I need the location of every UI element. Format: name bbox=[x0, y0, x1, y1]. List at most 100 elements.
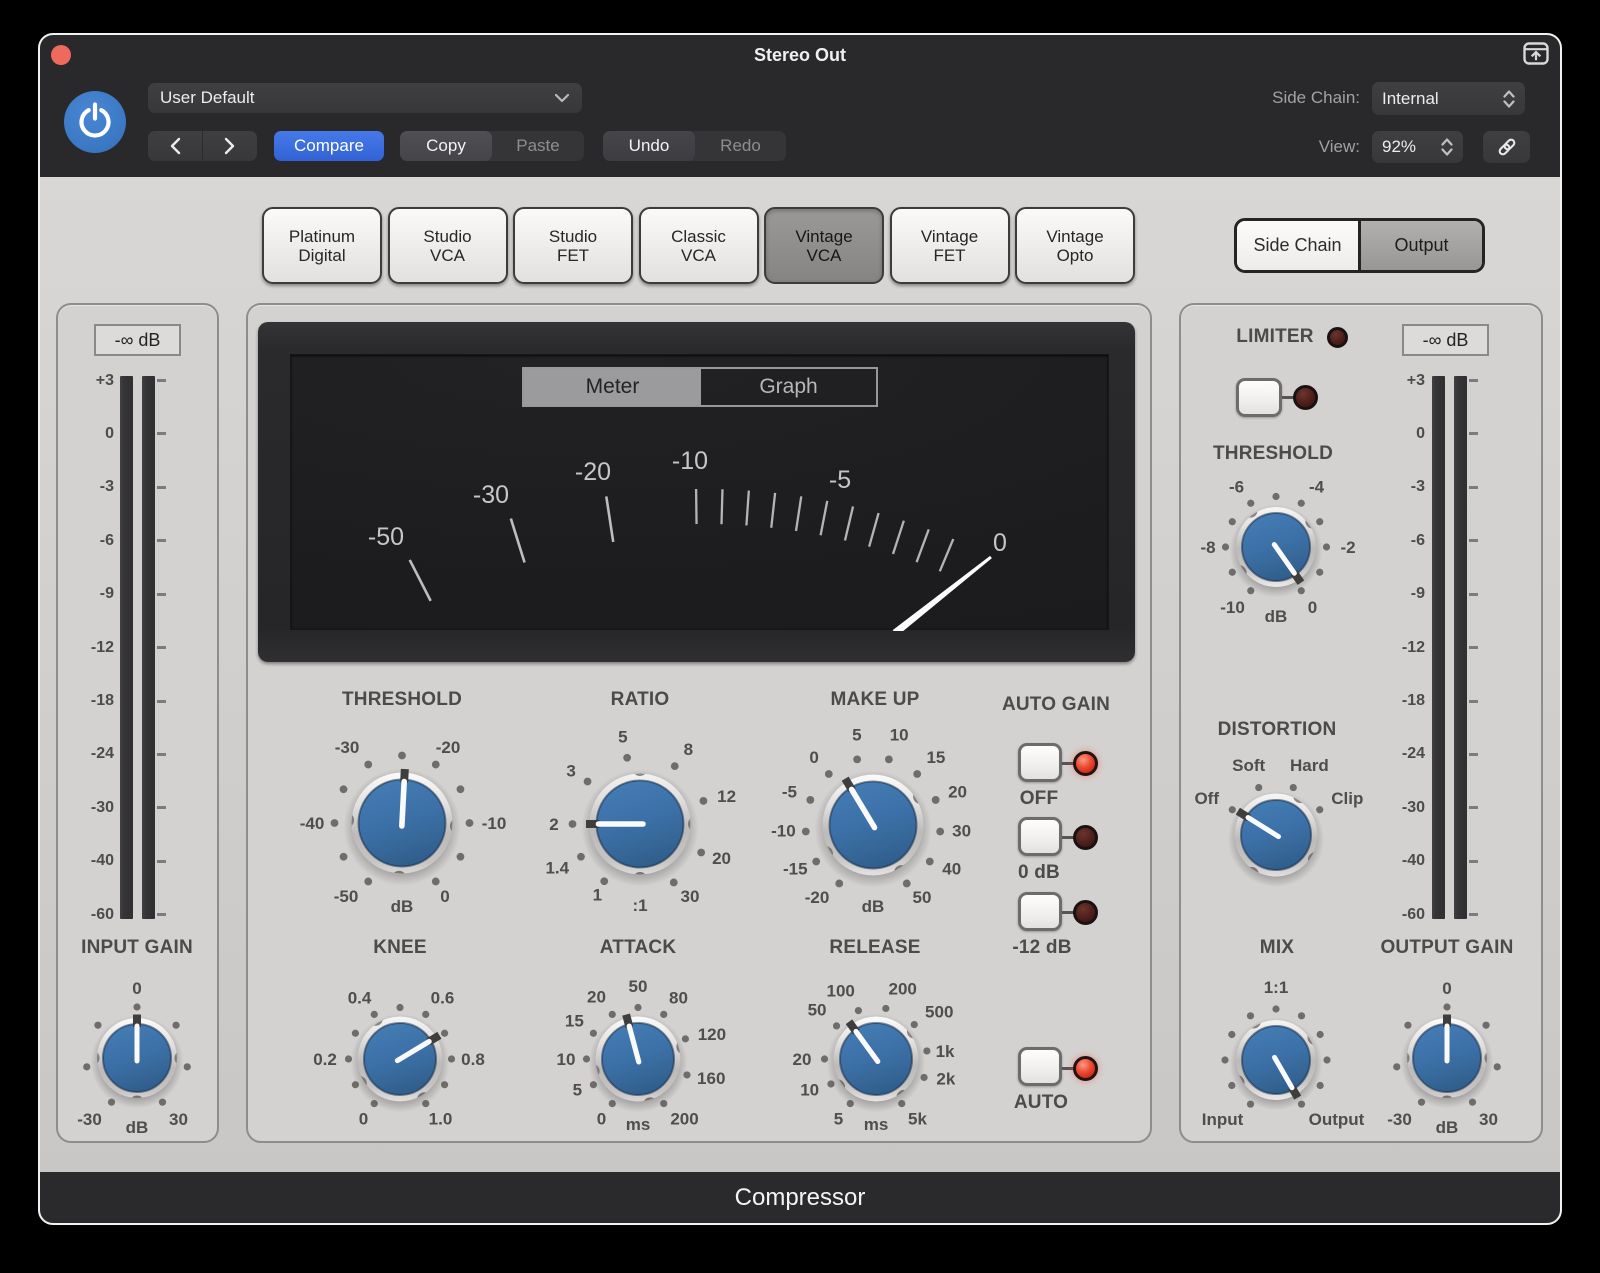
knob-tick-dot bbox=[1246, 1012, 1255, 1020]
paste-button[interactable]: Paste bbox=[492, 131, 584, 161]
knob-tick-dot bbox=[1316, 1030, 1324, 1039]
knob-tick-dot bbox=[94, 1021, 102, 1029]
meter-scale-label: +3 bbox=[95, 371, 114, 389]
limiter-threshold-knob[interactable]: -10 -8 -6 -4 -2 0 dB bbox=[1176, 447, 1376, 647]
meter-scale-label: -24 bbox=[90, 745, 114, 763]
meter-tick bbox=[1469, 539, 1478, 543]
copy-button[interactable]: Copy bbox=[400, 131, 492, 161]
auto-gain-option-button-off[interactable] bbox=[1018, 743, 1062, 782]
redo-button[interactable]: Redo bbox=[695, 131, 786, 161]
knob-scale-label: -30 bbox=[77, 1110, 102, 1129]
knob-scale-label: -30 bbox=[1387, 1110, 1412, 1129]
make-up-knob[interactable]: -20 -15 -10 -5 0 5 10 1520 30 40 50 dB bbox=[738, 690, 1008, 960]
meter-scale-label: -12 bbox=[90, 638, 114, 656]
knob-tick-dot bbox=[1289, 783, 1297, 792]
meter-tick bbox=[1469, 592, 1478, 596]
model-button-platinum-digital[interactable]: Platinum Digital bbox=[262, 207, 382, 284]
link-icon bbox=[1498, 138, 1515, 156]
auto-release-button[interactable] bbox=[1018, 1047, 1062, 1086]
limiter-button[interactable] bbox=[1236, 378, 1282, 417]
knob-scale-label: 15 bbox=[565, 1012, 584, 1031]
knob-scale-label: 50 bbox=[629, 977, 648, 996]
input-meter-value: -∞ dB bbox=[94, 324, 181, 356]
knob-scale-label: 2 bbox=[549, 815, 558, 834]
knob-scale-label: 10 bbox=[890, 726, 909, 745]
link-button[interactable] bbox=[1483, 131, 1530, 163]
vu-minor-tick bbox=[819, 500, 829, 536]
side-chain-dropdown[interactable]: Internal bbox=[1372, 82, 1525, 115]
knee-knob[interactable]: 0 0.2 0.4 0.6 0.8 1.0 bbox=[290, 949, 510, 1169]
knob-tick-dot bbox=[1228, 806, 1236, 814]
auto-gain-label: AUTO GAIN bbox=[1001, 694, 1111, 715]
next-preset-button[interactable] bbox=[202, 131, 257, 161]
knob-unit-label: dB bbox=[391, 897, 414, 916]
knob-scale-label: 40 bbox=[942, 860, 961, 879]
release-knob[interactable]: 5 10 20 50100 200 500 1k 2k 5k ms bbox=[766, 949, 986, 1169]
model-button-studio-fet[interactable]: Studio FET bbox=[513, 207, 633, 284]
knob-tick-dot bbox=[910, 1020, 918, 1029]
knob-scale-label: 0 bbox=[1442, 979, 1451, 998]
undo-button[interactable]: Undo bbox=[603, 131, 695, 161]
limiter-led bbox=[1327, 327, 1348, 348]
model-button-studio-vca[interactable]: Studio VCA bbox=[387, 207, 508, 284]
side-chain-tab[interactable]: Side Chain bbox=[1237, 221, 1361, 270]
auto-gain-led-off bbox=[1073, 751, 1098, 776]
auto-gain-option-label: OFF bbox=[1019, 788, 1059, 809]
copy-paste-group: Copy Paste bbox=[400, 131, 584, 161]
knob-scale-label: -30 bbox=[335, 738, 360, 757]
knob-scale-label: -50 bbox=[334, 887, 359, 906]
previous-preset-button[interactable] bbox=[148, 131, 202, 161]
output-tab[interactable]: Output bbox=[1361, 221, 1482, 270]
ratio-knob[interactable]: 1 1.4 2 3 5 8 12 20 30:1 bbox=[505, 689, 775, 959]
model-button-classic-vca[interactable]: Classic VCA bbox=[638, 207, 759, 284]
knob-tick-dot bbox=[431, 760, 440, 769]
knob-tick-dot bbox=[441, 1029, 449, 1037]
meter-tick bbox=[1469, 859, 1478, 863]
output-gain-knob[interactable]: 0 -30 30 dB bbox=[1342, 953, 1552, 1163]
tab-meter[interactable]: Meter bbox=[524, 369, 701, 405]
knob-tick-dot bbox=[1247, 499, 1255, 507]
knob-tick-dot bbox=[364, 877, 373, 886]
input-gain-knob[interactable]: 0 -30 30 dB bbox=[38, 953, 242, 1163]
auto-gain-option-label: -12 dB bbox=[1012, 937, 1072, 958]
vu-minor-tick bbox=[868, 512, 880, 548]
auto-gain-option-button--12db[interactable] bbox=[1018, 892, 1062, 931]
knob-scale-label: 80 bbox=[669, 988, 688, 1007]
knob-scale-label: 1:1 bbox=[1264, 978, 1289, 997]
knob-tick-dot bbox=[339, 785, 348, 794]
compare-button[interactable]: Compare bbox=[274, 131, 384, 161]
attack-knob[interactable]: 05 10 1520 50 80 120 160 200 ms bbox=[528, 949, 748, 1169]
knob-scale-label: 200 bbox=[889, 979, 917, 998]
knob-scale-label: Hard bbox=[1290, 756, 1329, 775]
knob-tick-dot bbox=[936, 827, 945, 836]
preset-dropdown[interactable]: User Default bbox=[148, 83, 582, 113]
open-in-window-icon[interactable] bbox=[1523, 42, 1549, 65]
undo-redo-group: Undo Redo bbox=[603, 131, 786, 161]
model-button-vintage-vca[interactable]: Vintage VCA bbox=[764, 207, 884, 284]
limiter-button-led bbox=[1293, 385, 1318, 410]
up-down-chevrons-icon bbox=[1503, 89, 1515, 108]
vu-minor-tick bbox=[770, 492, 777, 528]
meter-scale-label: +3 bbox=[1406, 371, 1425, 389]
distortion-knob[interactable]: Off Soft HardClip bbox=[1166, 725, 1386, 945]
power-button[interactable] bbox=[64, 91, 126, 153]
vu-minor-tick bbox=[745, 490, 750, 526]
knob-tick-dot bbox=[623, 753, 632, 762]
knob-tick-dot bbox=[806, 796, 815, 804]
meter-tick bbox=[157, 485, 166, 489]
vu-minor-tick bbox=[720, 489, 724, 525]
knob-scale-label: 0 bbox=[359, 1110, 368, 1129]
meter-scale-label: -30 bbox=[90, 798, 114, 816]
knob-scale-label: 0 bbox=[1308, 598, 1317, 617]
meter-tick bbox=[1469, 699, 1478, 703]
tab-graph[interactable]: Graph bbox=[701, 369, 876, 405]
meter-tick bbox=[1469, 752, 1478, 756]
model-button-vintage-opto[interactable]: Vintage Opto bbox=[1015, 207, 1135, 284]
model-button-vintage-fet[interactable]: Vintage FET bbox=[889, 207, 1010, 284]
threshold-knob[interactable]: -50 -40 -30 -20 -10 0 dB bbox=[267, 688, 537, 958]
knob-scale-label: 200 bbox=[670, 1110, 698, 1129]
plugin-window: Stereo Out User Default Compare Copy Pas… bbox=[38, 33, 1562, 1225]
meter-tick bbox=[157, 646, 166, 650]
auto-gain-option-button-0db[interactable] bbox=[1018, 817, 1062, 856]
view-zoom-stepper[interactable]: 92% bbox=[1372, 131, 1463, 163]
